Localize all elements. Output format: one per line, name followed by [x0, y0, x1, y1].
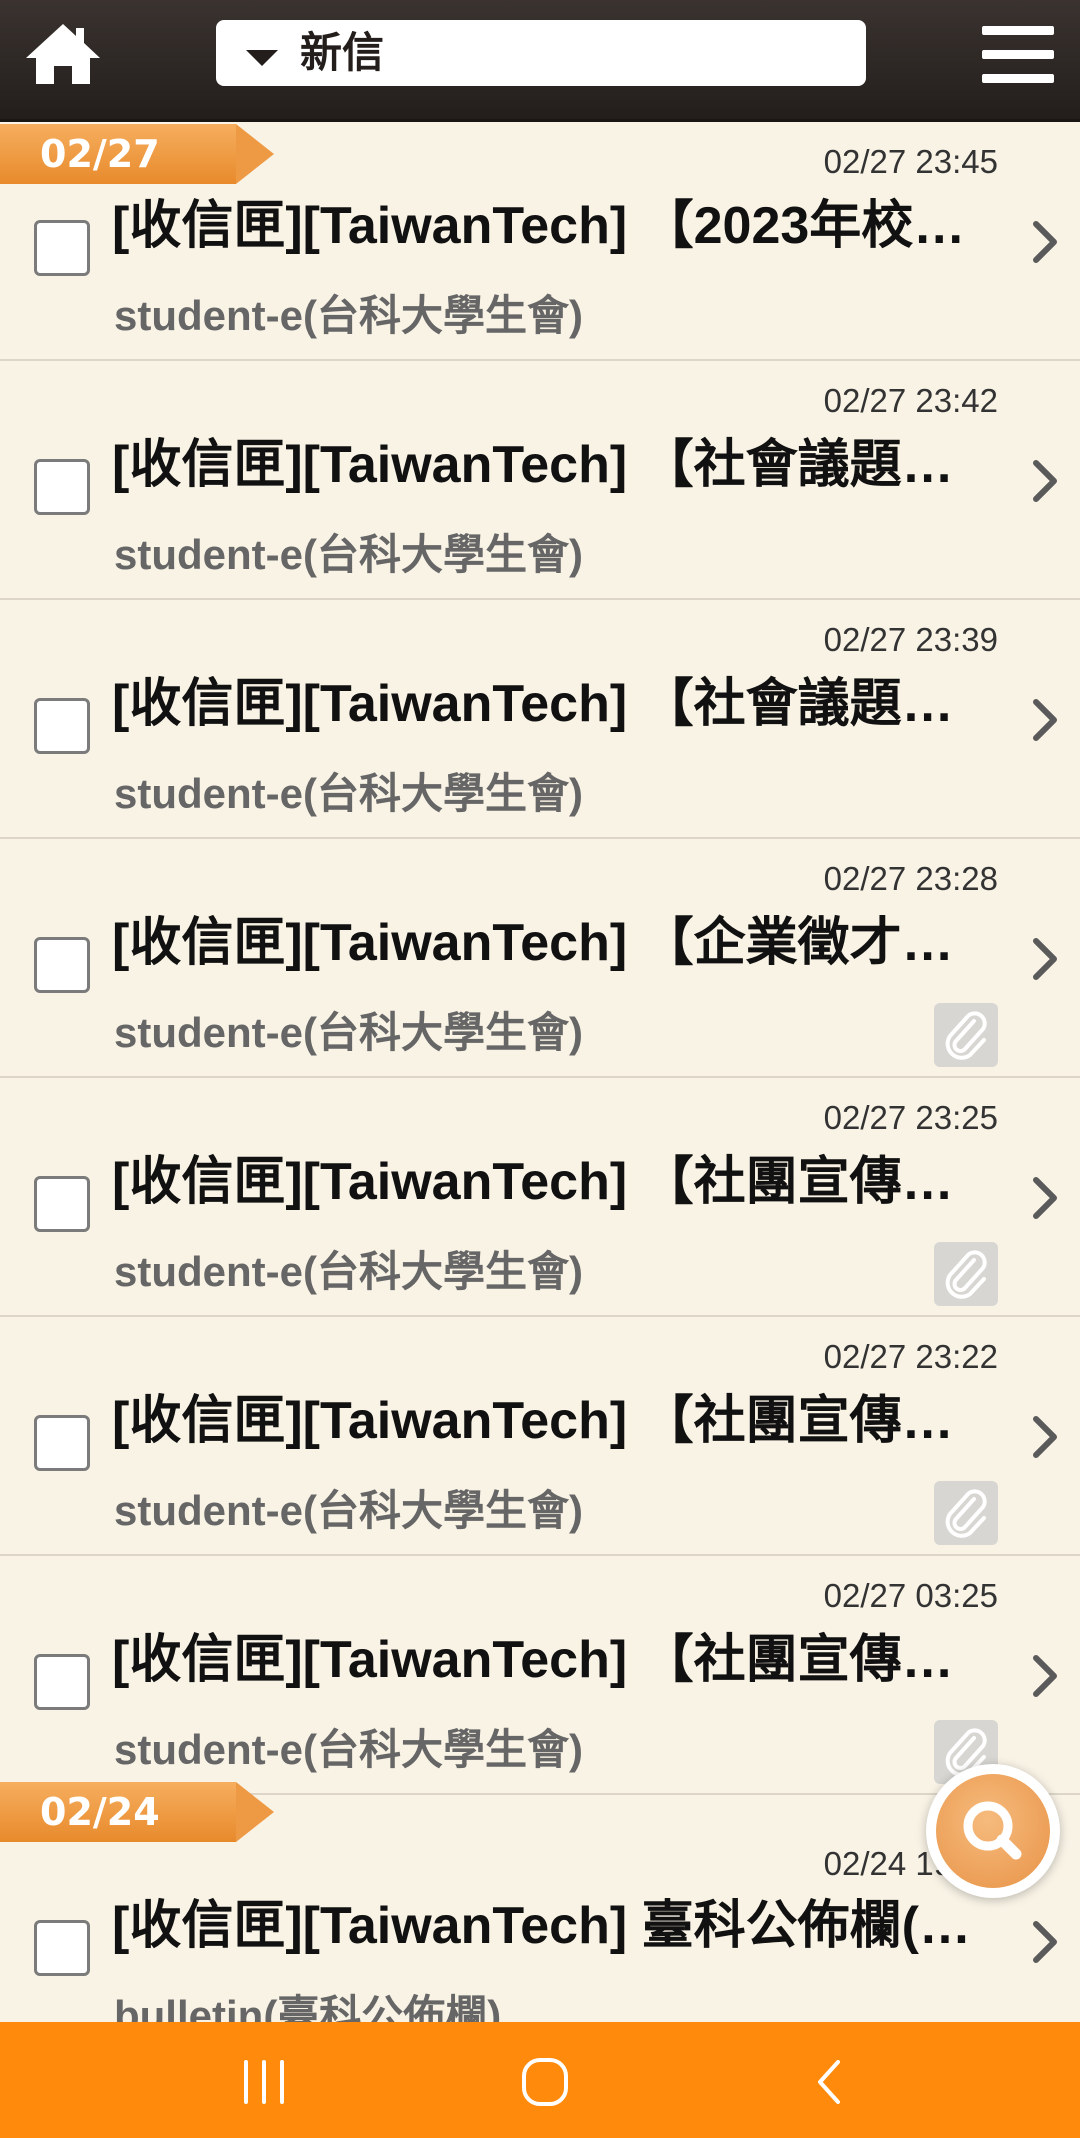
chevron-right-icon[interactable]: [1028, 1411, 1064, 1463]
mail-item[interactable]: 02/27 23:25 [收信匣][TaiwanTech] 【社團宣傳… stu…: [0, 1078, 1080, 1317]
select-checkbox[interactable]: [34, 698, 90, 754]
paperclip-icon: [945, 1250, 987, 1299]
mail-subject: [收信匣][TaiwanTech] 【社團宣傳…: [112, 1631, 954, 1689]
mail-time: 02/27 23:39: [823, 621, 998, 658]
mail-sender: student-e(台科大學生會): [114, 531, 583, 578]
home-nav-button[interactable]: [505, 2052, 585, 2112]
mail-sender: student-e(台科大學生會): [114, 770, 583, 817]
recents-icon: [244, 2060, 284, 2104]
search-icon: [963, 1801, 1022, 1860]
mail-sender: student-e(台科大學生會): [114, 292, 583, 339]
mail-item[interactable]: 02/27 23:42 [收信匣][TaiwanTech] 【社會議題… stu…: [0, 361, 1080, 600]
mail-time: 02/27 23:25: [823, 1099, 998, 1136]
attachment-badge: [934, 1003, 998, 1067]
home-button[interactable]: [22, 20, 104, 88]
mail-sender: student-e(台科大學生會): [114, 1487, 583, 1534]
mail-time: 02/27 23:22: [823, 1338, 998, 1375]
attachment-badge: [934, 1242, 998, 1306]
select-checkbox[interactable]: [34, 459, 90, 515]
mail-list[interactable]: 02/27 02/27 23:45 [收信匣][TaiwanTech] 【202…: [0, 122, 1080, 2022]
select-checkbox[interactable]: [34, 220, 90, 276]
paperclip-icon: [945, 1011, 987, 1060]
attachment-badge: [934, 1481, 998, 1545]
system-nav-bar: [0, 2022, 1080, 2138]
chevron-right-icon[interactable]: [1028, 933, 1064, 985]
paperclip-icon: [945, 1489, 987, 1538]
mail-time: 02/27 23:45: [823, 143, 998, 180]
mail-subject: [收信匣][TaiwanTech] 【社會議題…: [112, 436, 954, 494]
menu-button[interactable]: [982, 24, 1054, 84]
select-checkbox[interactable]: [34, 1176, 90, 1232]
mail-time: 02/27 03:25: [823, 1577, 998, 1614]
mail-item[interactable]: 02/27 23:45 [收信匣][TaiwanTech] 【2023年校… s…: [0, 122, 1080, 361]
hamburger-menu-icon: [982, 26, 1054, 35]
mail-sender: bulletin(臺科公佈欄): [114, 1992, 502, 2022]
back-icon: [818, 2060, 840, 2104]
folder-label: 新信: [300, 28, 385, 77]
chevron-right-icon[interactable]: [1028, 1916, 1064, 1968]
search-fab-button[interactable]: [926, 1764, 1060, 1898]
back-button[interactable]: [790, 2052, 870, 2112]
mail-time: 02/27 23:28: [823, 860, 998, 897]
chevron-right-icon[interactable]: [1028, 1172, 1064, 1224]
recents-button[interactable]: [224, 2052, 304, 2112]
mail-subject: [收信匣][TaiwanTech] 【社會議題…: [112, 675, 954, 733]
select-checkbox[interactable]: [34, 1415, 90, 1471]
folder-dropdown[interactable]: 新信: [216, 20, 866, 86]
mail-sender: student-e(台科大學生會): [114, 1009, 583, 1056]
mail-item[interactable]: 02/27 23:28 [收信匣][TaiwanTech] 【企業徵才… stu…: [0, 839, 1080, 1078]
mail-subject: [收信匣][TaiwanTech] 【社團宣傳…: [112, 1153, 954, 1211]
mail-subject: [收信匣][TaiwanTech] 臺科公佈欄(…: [112, 1897, 971, 1955]
mail-sender: student-e(台科大學生會): [114, 1248, 583, 1295]
select-checkbox[interactable]: [34, 1654, 90, 1710]
chevron-right-icon[interactable]: [1028, 694, 1064, 746]
mail-item[interactable]: 02/27 03:25 [收信匣][TaiwanTech] 【社團宣傳… stu…: [0, 1556, 1080, 1795]
mail-item[interactable]: 02/27 23:39 [收信匣][TaiwanTech] 【社會議題… stu…: [0, 600, 1080, 839]
chevron-right-icon[interactable]: [1028, 216, 1064, 268]
mail-subject: [收信匣][TaiwanTech] 【社團宣傳…: [112, 1392, 954, 1450]
select-checkbox[interactable]: [34, 1920, 90, 1976]
chevron-right-icon[interactable]: [1028, 455, 1064, 507]
mail-time: 02/27 23:42: [823, 382, 998, 419]
chevron-right-icon[interactable]: [1028, 1650, 1064, 1702]
top-bar: 新信: [0, 0, 1080, 122]
mail-item[interactable]: 02/24 19:00 [收信匣][TaiwanTech] 臺科公佈欄(… bu…: [0, 1822, 1080, 2022]
home-icon: [26, 24, 100, 84]
mail-sender: student-e(台科大學生會): [114, 1726, 583, 1773]
home-circle-icon: [522, 2058, 568, 2106]
mail-subject: [收信匣][TaiwanTech] 【企業徵才…: [112, 914, 954, 972]
caret-down-icon: [246, 50, 278, 66]
mail-item[interactable]: 02/27 23:22 [收信匣][TaiwanTech] 【社團宣傳… stu…: [0, 1317, 1080, 1556]
mail-subject: [收信匣][TaiwanTech] 【2023年校…: [112, 197, 966, 255]
select-checkbox[interactable]: [34, 937, 90, 993]
